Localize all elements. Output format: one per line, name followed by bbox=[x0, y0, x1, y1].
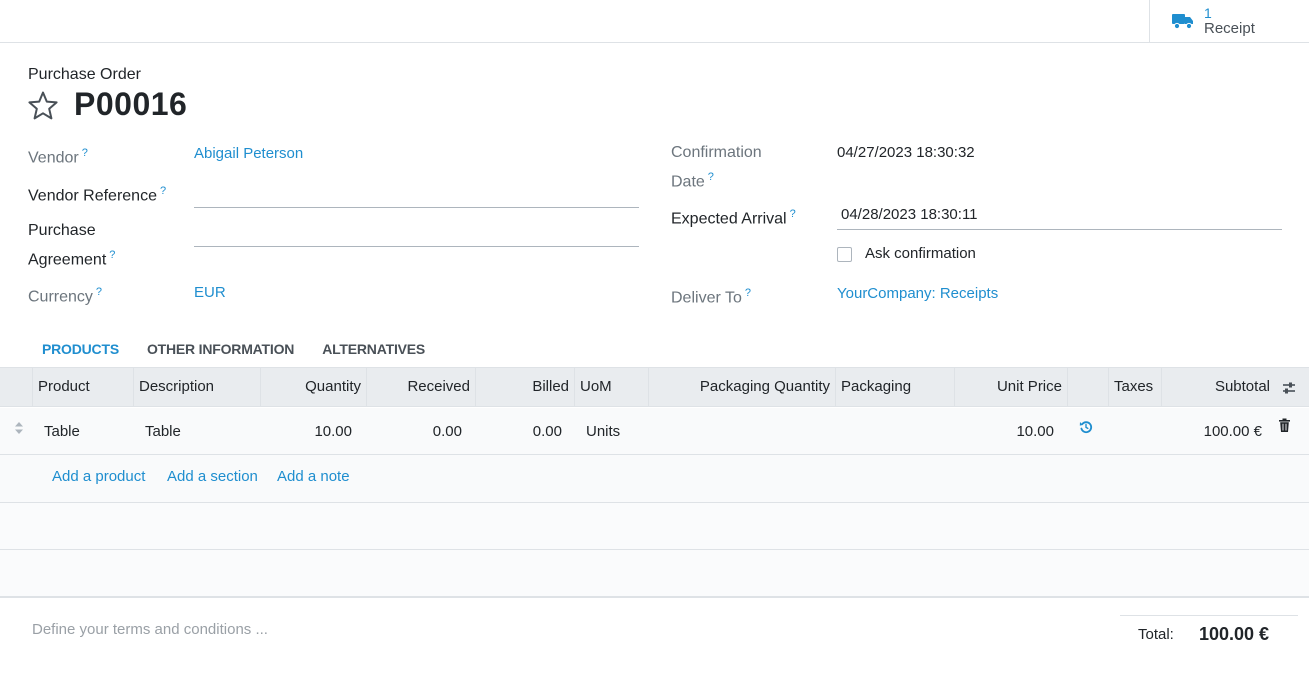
empty-row bbox=[0, 550, 1309, 597]
cell-unit-price[interactable]: 10.00 bbox=[954, 422, 1054, 442]
trash-icon[interactable] bbox=[1278, 418, 1291, 433]
receipt-count: 1 bbox=[1204, 5, 1212, 21]
vendor-reference-input[interactable] bbox=[194, 184, 639, 208]
column-header-uom[interactable]: UoM bbox=[574, 368, 648, 407]
currency-field[interactable]: EUR bbox=[194, 284, 226, 301]
currency-label: Currency? bbox=[28, 280, 102, 309]
star-icon[interactable] bbox=[27, 90, 59, 122]
expected-arrival-label: Expected Arrival? bbox=[671, 202, 796, 231]
vendor-reference-label: Vendor Reference? bbox=[28, 179, 166, 208]
reset-price-icon[interactable] bbox=[1079, 420, 1093, 434]
deliver-to-label-text: Deliver To bbox=[671, 289, 742, 307]
add-product-link[interactable]: Add a product bbox=[52, 468, 145, 485]
confirmation-date-label-line2: Date bbox=[671, 173, 705, 191]
cell-billed[interactable]: 0.00 bbox=[475, 422, 562, 442]
column-header-subtotal[interactable]: Subtotal bbox=[1161, 368, 1275, 407]
cell-uom[interactable]: Units bbox=[586, 422, 620, 442]
confirmation-date-label-line1: Confirmation bbox=[671, 144, 762, 161]
help-icon[interactable]: ? bbox=[96, 286, 102, 298]
receipt-label: Receipt bbox=[1204, 20, 1255, 37]
vendor-field[interactable]: Abigail Peterson bbox=[194, 145, 303, 162]
cell-quantity[interactable]: 10.00 bbox=[260, 422, 352, 442]
column-header-description[interactable]: Description bbox=[133, 368, 260, 407]
vendor-label-text: Vendor bbox=[28, 149, 79, 167]
column-header-billed[interactable]: Billed bbox=[475, 368, 574, 407]
add-section-link[interactable]: Add a section bbox=[167, 468, 258, 485]
confirmation-date-value: 04/27/2023 18:30:32 bbox=[837, 144, 975, 161]
column-header-packaging-quantity[interactable]: Packaging Quantity bbox=[648, 368, 835, 407]
column-header-spacer bbox=[1067, 368, 1108, 407]
table-row[interactable] bbox=[0, 408, 1309, 455]
deliver-to-field[interactable]: YourCompany: Receipts bbox=[837, 285, 998, 302]
button-box: 1 Receipt bbox=[0, 0, 1309, 43]
truck-icon bbox=[1172, 14, 1193, 30]
document-type: Purchase Order bbox=[28, 66, 141, 83]
column-header-packaging[interactable]: Packaging bbox=[835, 368, 954, 407]
purchase-agreement-label: Purchase Agreement? bbox=[28, 219, 115, 272]
cell-received[interactable]: 0.00 bbox=[366, 422, 462, 442]
empty-row bbox=[0, 503, 1309, 550]
help-icon[interactable]: ? bbox=[790, 208, 796, 220]
help-icon[interactable]: ? bbox=[708, 171, 714, 183]
ask-confirmation-checkbox[interactable] bbox=[837, 247, 852, 262]
cell-description[interactable]: Table bbox=[145, 422, 181, 442]
tab-products[interactable]: PRODUCTS bbox=[28, 337, 133, 367]
drag-handle-icon[interactable] bbox=[14, 421, 24, 435]
deliver-to-label: Deliver To? bbox=[671, 281, 751, 310]
vendor-label: Vendor? bbox=[28, 141, 88, 170]
purchase-agreement-input[interactable] bbox=[194, 223, 639, 247]
total-divider bbox=[1120, 615, 1298, 616]
help-icon[interactable]: ? bbox=[109, 249, 115, 261]
notebook-tabs: PRODUCTS OTHER INFORMATION ALTERNATIVES bbox=[28, 337, 439, 367]
terms-conditions-input[interactable]: Define your terms and conditions ... bbox=[32, 621, 268, 638]
cell-product[interactable]: Table bbox=[44, 422, 80, 442]
column-header-unit-price[interactable]: Unit Price bbox=[954, 368, 1067, 407]
cell-subtotal: 100.00 € bbox=[1203, 423, 1262, 440]
expected-arrival-input[interactable]: 04/28/2023 18:30:11 bbox=[837, 206, 1282, 230]
add-note-link[interactable]: Add a note bbox=[277, 468, 350, 485]
currency-label-text: Currency bbox=[28, 288, 93, 306]
tab-other-information[interactable]: OTHER INFORMATION bbox=[133, 337, 308, 367]
help-icon[interactable]: ? bbox=[745, 287, 751, 299]
ask-confirmation-label: Ask confirmation bbox=[865, 245, 976, 262]
expected-arrival-value: 04/28/2023 18:30:11 bbox=[841, 206, 978, 223]
column-header-taxes[interactable]: Taxes bbox=[1108, 368, 1161, 407]
total-label: Total: bbox=[1138, 626, 1174, 643]
receipt-smart-button[interactable]: 1 Receipt bbox=[1149, 0, 1309, 42]
help-icon[interactable]: ? bbox=[82, 147, 88, 159]
column-header-quantity[interactable]: Quantity bbox=[260, 368, 366, 407]
tab-alternatives[interactable]: ALTERNATIVES bbox=[308, 337, 439, 367]
column-header-product[interactable]: Product bbox=[32, 368, 133, 407]
page-title: P00016 bbox=[74, 86, 188, 122]
vendor-reference-label-text: Vendor Reference bbox=[28, 187, 157, 205]
purchase-agreement-label-line2: Agreement bbox=[28, 251, 107, 269]
total-value: 100.00 € bbox=[1199, 624, 1270, 644]
column-header-received[interactable]: Received bbox=[366, 368, 475, 407]
footer-divider bbox=[0, 597, 1309, 598]
expected-arrival-label-text: Expected Arrival bbox=[671, 210, 787, 228]
help-icon[interactable]: ? bbox=[160, 185, 166, 197]
purchase-agreement-label-line1: Purchase bbox=[28, 222, 96, 239]
optional-columns-icon[interactable] bbox=[1281, 380, 1297, 396]
table-header: Product Description Quantity Received Bi… bbox=[0, 368, 1309, 407]
confirmation-date-label: Confirmation Date? bbox=[671, 141, 762, 194]
